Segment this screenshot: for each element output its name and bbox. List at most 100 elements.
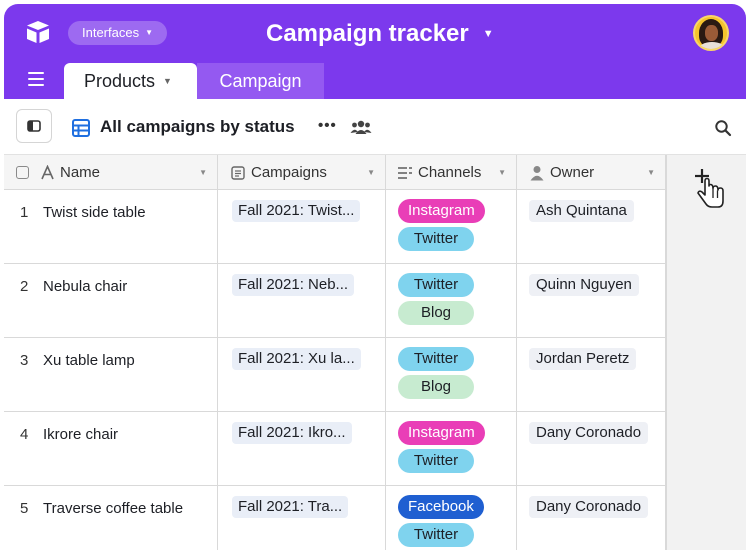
name-cell[interactable]: 5 Traverse coffee table [4, 486, 218, 550]
channel-tag[interactable]: Twitter [398, 523, 474, 547]
chevron-down-icon: ▼ [145, 28, 154, 37]
sidebar-toggle-button[interactable] [16, 109, 52, 143]
column-header-owner[interactable]: Owner ▼ [517, 155, 666, 190]
linked-campaign-chip[interactable]: Fall 2021: Twist... [232, 200, 361, 222]
name-cell[interactable]: 3 Xu table lamp [4, 338, 218, 412]
more-options-icon[interactable]: ••• [318, 117, 337, 134]
column-label: Owner [550, 164, 595, 181]
channels-cell[interactable]: Instagram Twitter [386, 190, 517, 264]
owner-cell[interactable]: Dany Coronado [517, 412, 666, 486]
name-cell[interactable]: 2 Nebula chair [4, 264, 218, 338]
owner-cell[interactable]: Ash Quintana [517, 190, 666, 264]
tab-label: Campaign [219, 70, 302, 91]
chevron-down-icon[interactable]: ▼ [498, 168, 506, 177]
owner-cell[interactable]: Quinn Nguyen [517, 264, 666, 338]
linked-campaign-chip[interactable]: Fall 2021: Neb... [232, 274, 355, 296]
base-title-text: Campaign tracker [266, 20, 469, 47]
channel-tag[interactable]: Twitter [398, 347, 474, 371]
product-name: Traverse coffee table [43, 500, 184, 517]
chevron-down-icon[interactable]: ▼ [647, 168, 655, 177]
tab-label: Products [84, 70, 156, 91]
owner-cell[interactable]: Dany Coronado [517, 486, 666, 550]
channel-tag[interactable]: Twitter [398, 227, 474, 251]
product-name: Xu table lamp [43, 352, 135, 369]
chevron-down-icon[interactable]: ▼ [199, 168, 207, 177]
text-a-icon [39, 165, 55, 181]
interfaces-label: Interfaces [82, 25, 140, 40]
channel-tag[interactable]: Instagram [398, 199, 485, 223]
name-cell[interactable]: 4 Ikrore chair [4, 412, 218, 486]
owner-cell[interactable]: Jordan Peretz [517, 338, 666, 412]
column-label: Channels [418, 164, 482, 181]
channels-cell[interactable]: Twitter Blog [386, 264, 517, 338]
channel-tag[interactable]: Twitter [398, 449, 474, 473]
linked-campaign-chip[interactable]: Fall 2021: Ikro... [232, 422, 352, 444]
linked-campaign-chip[interactable]: Fall 2021: Tra... [232, 496, 349, 518]
sidebar-icon [27, 120, 41, 132]
row-number: 4 [20, 426, 29, 443]
channel-tag[interactable]: Facebook [398, 495, 484, 519]
grid-header: Name ▼ Campaigns ▼ Channels ▼ Owner ▼ [4, 155, 666, 190]
base-title[interactable]: Campaign tracker ▼ [266, 18, 494, 50]
campaigns-cell[interactable]: Fall 2021: Ikro... [218, 412, 386, 486]
product-name: Twist side table [43, 204, 146, 221]
multi-select-icon [397, 165, 413, 181]
user-icon [529, 165, 545, 181]
column-label: Campaigns [251, 164, 327, 181]
column-label: Name [60, 164, 101, 181]
chevron-down-icon: ▼ [163, 76, 172, 86]
owner-chip[interactable]: Dany Coronado [529, 496, 649, 518]
campaigns-cell[interactable]: Fall 2021: Xu la... [218, 338, 386, 412]
select-all-checkbox[interactable] [16, 166, 29, 179]
table-row[interactable]: 1 Twist side table Fall 2021: Twist... Inst… [4, 190, 666, 264]
row-number: 2 [20, 278, 29, 295]
table-row[interactable]: 5 Traverse coffee table Fall 2021: Tra... F… [4, 486, 666, 550]
row-number: 1 [20, 204, 29, 221]
channels-cell[interactable]: Instagram Twitter [386, 412, 517, 486]
column-header-campaigns[interactable]: Campaigns ▼ [218, 155, 386, 190]
top-bar: Interfaces ▼ Campaign tracker ▼ Products… [4, 4, 746, 99]
grid-view-icon [72, 119, 90, 137]
tab-products[interactable]: Products ▼ [64, 63, 197, 99]
user-avatar[interactable] [693, 15, 729, 51]
channel-tag[interactable]: Blog [398, 375, 474, 399]
airtable-logo-icon[interactable] [24, 18, 52, 46]
records-grid: Name ▼ Campaigns ▼ Channels ▼ Owner ▼ 1 … [4, 155, 746, 550]
column-header-channels[interactable]: Channels ▼ [386, 155, 517, 190]
row-number: 3 [20, 352, 29, 369]
owner-chip[interactable]: Dany Coronado [529, 422, 649, 444]
channel-tag[interactable]: Blog [398, 301, 474, 325]
owner-chip[interactable]: Quinn Nguyen [529, 274, 639, 296]
search-icon[interactable] [714, 119, 732, 137]
linked-record-icon [230, 165, 246, 181]
campaigns-cell[interactable]: Fall 2021: Twist... [218, 190, 386, 264]
view-name[interactable]: All campaigns by status [100, 117, 295, 137]
owner-chip[interactable]: Jordan Peretz [529, 348, 637, 370]
channel-tag[interactable]: Instagram [398, 421, 485, 445]
table-row[interactable]: 3 Xu table lamp Fall 2021: Xu la... Twitter… [4, 338, 666, 412]
view-bar: All campaigns by status ••• [4, 99, 746, 155]
table-row[interactable]: 2 Nebula chair Fall 2021: Neb... Twitter Blo… [4, 264, 666, 338]
app-window: Interfaces ▼ Campaign tracker ▼ Products… [4, 4, 746, 550]
campaigns-cell[interactable]: Fall 2021: Neb... [218, 264, 386, 338]
product-name: Nebula chair [43, 278, 128, 295]
table-row[interactable]: 4 Ikrore chair Fall 2021: Ikro... Instagram… [4, 412, 666, 486]
tab-campaign[interactable]: Campaign [197, 63, 324, 99]
product-name: Ikrore chair [43, 426, 119, 443]
linked-campaign-chip[interactable]: Fall 2021: Xu la... [232, 348, 361, 370]
channel-tag[interactable]: Twitter [398, 273, 474, 297]
collaborators-icon[interactable] [350, 119, 372, 135]
chevron-down-icon: ▼ [482, 28, 494, 40]
name-cell[interactable]: 1 Twist side table [4, 190, 218, 264]
row-number: 5 [20, 500, 29, 517]
menu-icon[interactable] [28, 72, 44, 86]
channels-cell[interactable]: Facebook Twitter [386, 486, 517, 550]
add-field-cursor-icon[interactable] [692, 167, 726, 209]
chevron-down-icon[interactable]: ▼ [367, 168, 375, 177]
owner-chip[interactable]: Ash Quintana [529, 200, 634, 222]
interfaces-button[interactable]: Interfaces ▼ [68, 21, 168, 45]
campaigns-cell[interactable]: Fall 2021: Tra... [218, 486, 386, 550]
grid-empty-area [666, 155, 746, 550]
channels-cell[interactable]: Twitter Blog [386, 338, 517, 412]
column-header-name[interactable]: Name ▼ [4, 155, 218, 190]
